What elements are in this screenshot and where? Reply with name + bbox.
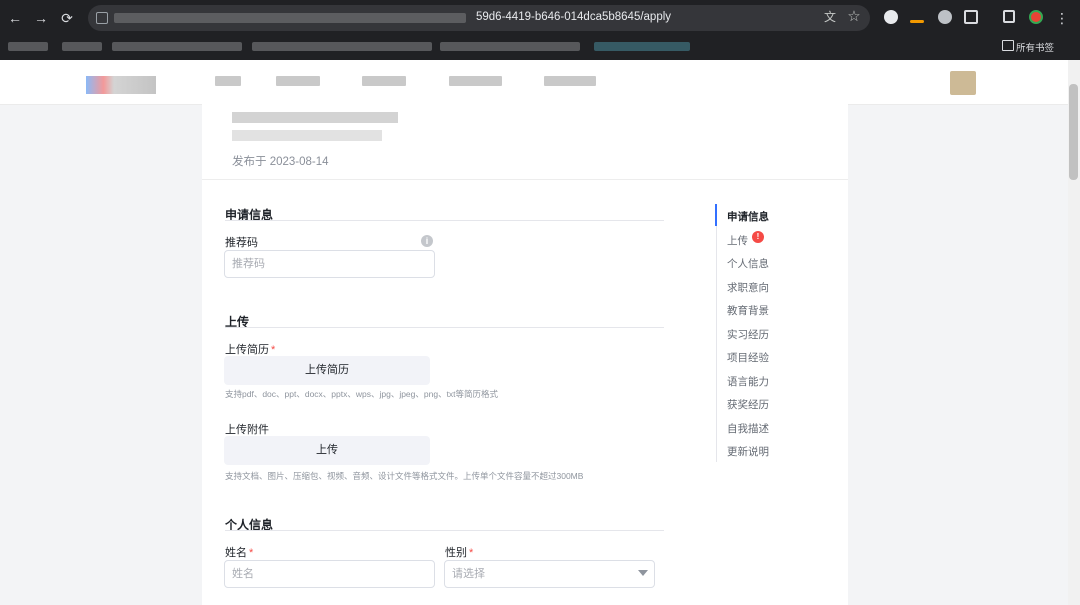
side-nav-active-indicator: [715, 204, 717, 226]
side-nav-item[interactable]: 项目经验: [727, 350, 769, 365]
url-redacted: [114, 13, 466, 23]
upload-attachment-button[interactable]: 上传: [224, 436, 430, 465]
required-mark: *: [249, 547, 254, 559]
publish-date: 发布于 2023-08-14: [232, 156, 329, 168]
site-info-icon[interactable]: [96, 12, 108, 24]
gender-label: 性别 *: [445, 547, 474, 559]
side-nav-item[interactable]: 语言能力: [727, 374, 769, 389]
extension-icon-2[interactable]: [910, 20, 924, 23]
bookmark-item[interactable]: [594, 42, 690, 51]
section-divider: [225, 327, 664, 328]
divider: [202, 179, 848, 180]
upload-resume-button[interactable]: 上传简历: [224, 356, 430, 385]
bookmark-star-icon[interactable]: ☆: [847, 9, 861, 24]
side-nav-item[interactable]: 自我描述: [727, 421, 769, 436]
nav-link[interactable]: [276, 76, 320, 86]
info-icon[interactable]: i: [421, 235, 433, 247]
side-nav-item[interactable]: 个人信息: [727, 256, 769, 271]
side-nav-track: [716, 204, 717, 462]
forward-icon[interactable]: →: [32, 9, 50, 27]
nav-link[interactable]: [544, 76, 596, 86]
section-divider: [225, 530, 664, 531]
user-avatar[interactable]: [950, 71, 976, 95]
side-nav-item[interactable]: 实习经历: [727, 327, 769, 342]
bookmark-item[interactable]: [62, 42, 102, 51]
referral-code-input[interactable]: 推荐码: [224, 250, 435, 278]
scrollbar-thumb[interactable]: [1069, 84, 1078, 180]
side-nav-item[interactable]: 上传: [727, 233, 748, 248]
folder-icon: [1002, 40, 1014, 51]
url-text[interactable]: 59d6-4419-b646-014dca5b8645/apply: [476, 11, 671, 23]
translate-icon[interactable]: 文: [823, 10, 837, 24]
bookmark-item[interactable]: [8, 42, 48, 51]
side-nav-item[interactable]: 申请信息: [727, 209, 769, 224]
site-logo[interactable]: [86, 76, 156, 94]
nav-link[interactable]: [449, 76, 502, 86]
attachment-format-hint: 支持文档、图片、压缩包、视频、音频、设计文件等格式文件。上传单个文件容量不超过3…: [225, 471, 584, 481]
side-nav-item[interactable]: 教育背景: [727, 303, 769, 318]
section-divider: [225, 220, 664, 221]
job-title-redacted: [232, 108, 398, 148]
extensions-puzzle-icon[interactable]: [964, 10, 978, 24]
back-icon[interactable]: ←: [6, 9, 24, 27]
name-label: 姓名 *: [225, 547, 254, 559]
attachment-upload-label: 上传附件: [225, 424, 269, 436]
required-mark: *: [271, 344, 276, 356]
resume-format-hint: 支持pdf、doc、ppt、docx、pptx、wps、jpg、jpeg、png…: [225, 389, 499, 399]
alert-icon: !: [752, 231, 764, 243]
side-panel-icon[interactable]: [1003, 10, 1015, 23]
nav-link[interactable]: [362, 76, 406, 86]
reload-icon[interactable]: ⟳: [58, 9, 76, 27]
gender-select[interactable]: 请选择: [444, 560, 655, 588]
site-header: [0, 60, 1068, 105]
browser-menu-icon[interactable]: ⋮: [1053, 9, 1071, 27]
side-nav-item[interactable]: 获奖经历: [727, 397, 769, 412]
bookmark-item[interactable]: [252, 42, 432, 51]
bookmark-item[interactable]: [112, 42, 242, 51]
extension-icon-3[interactable]: [938, 10, 952, 24]
side-nav-item[interactable]: 更新说明: [727, 444, 769, 459]
side-nav-item[interactable]: 求职意向: [727, 280, 769, 295]
bookmark-item[interactable]: [440, 42, 580, 51]
resume-upload-label: 上传简历 *: [225, 344, 276, 356]
all-bookmarks-link[interactable]: 所有书签: [1016, 40, 1054, 54]
extension-icon-1[interactable]: [884, 10, 898, 24]
nav-link[interactable]: [215, 76, 241, 86]
name-input[interactable]: 姓名: [224, 560, 435, 588]
referral-code-label: 推荐码: [225, 237, 258, 249]
required-mark: *: [469, 547, 474, 559]
profile-avatar-icon[interactable]: [1029, 10, 1043, 24]
chevron-down-icon[interactable]: [638, 570, 648, 576]
